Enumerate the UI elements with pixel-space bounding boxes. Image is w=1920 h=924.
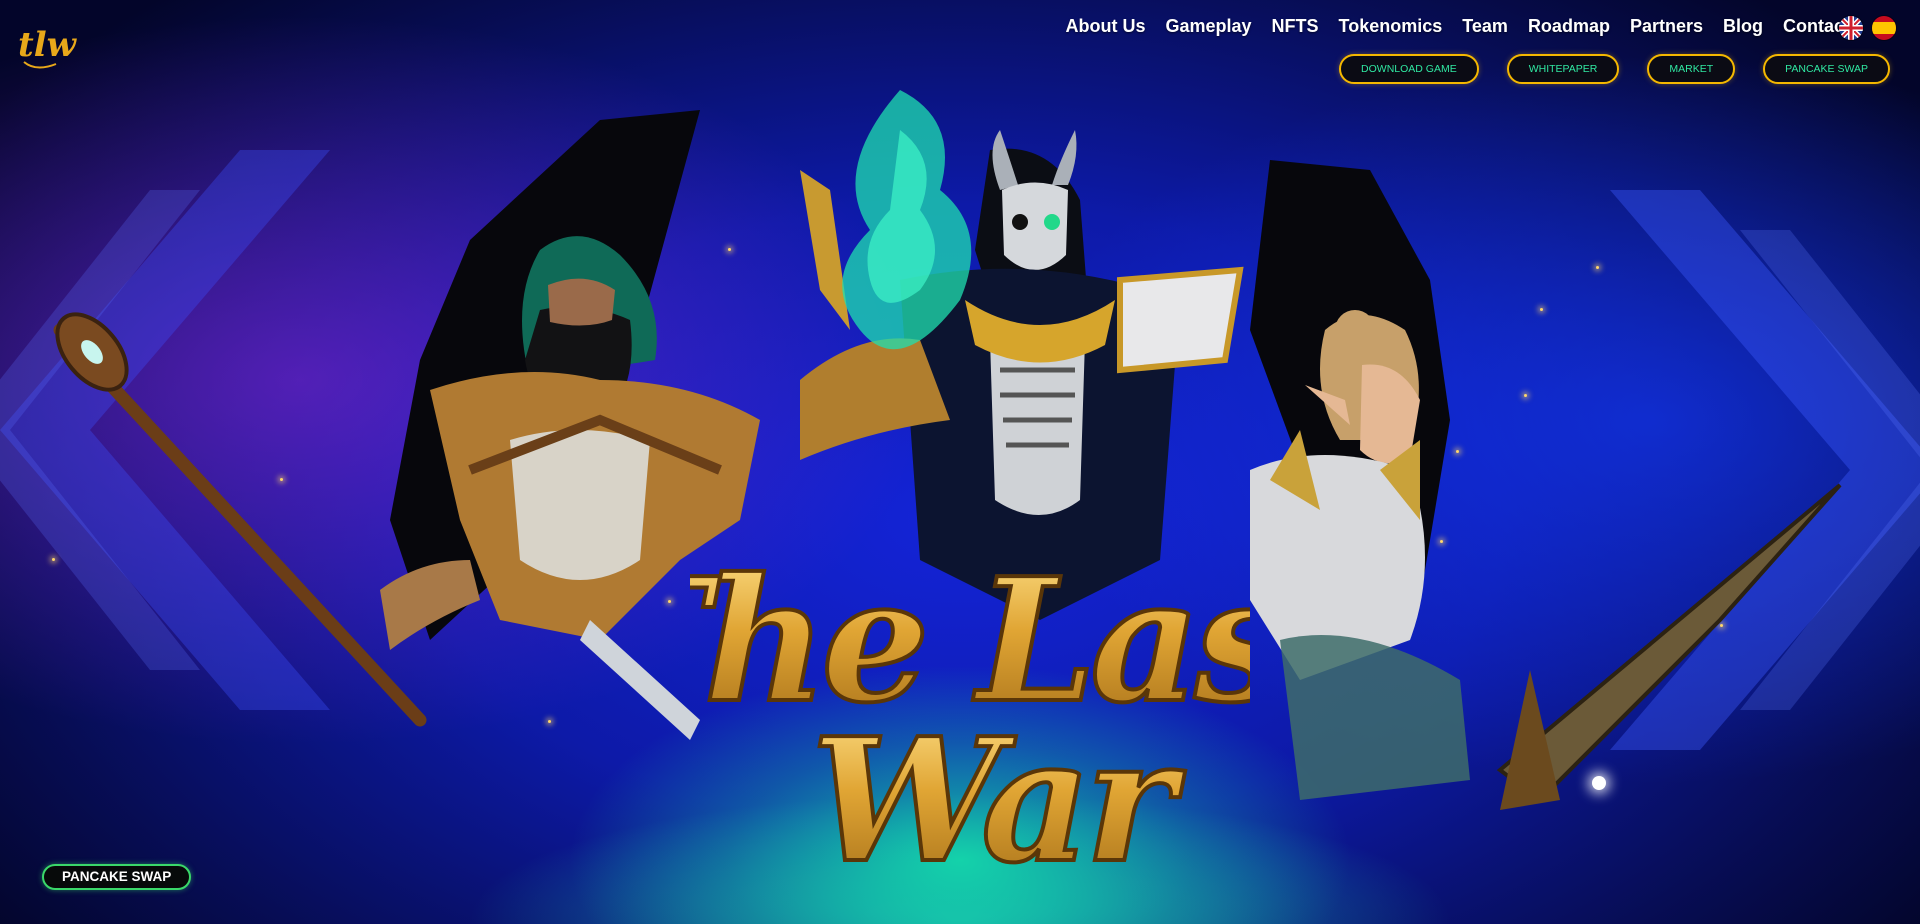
nav-link-partners[interactable]: Partners bbox=[1630, 16, 1703, 37]
title-line-2: War bbox=[811, 701, 1185, 890]
sword-left bbox=[580, 620, 700, 740]
pancake-swap-button[interactable]: PANCAKE SWAP bbox=[1763, 54, 1890, 84]
monk-face bbox=[548, 278, 615, 326]
action-buttons: DOWNLOAD GAME WHITEPAPER MARKET PANCAKE … bbox=[1339, 54, 1890, 84]
download-game-button[interactable]: DOWNLOAD GAME bbox=[1339, 54, 1479, 84]
nav-link-roadmap[interactable]: Roadmap bbox=[1528, 16, 1610, 37]
language-switcher bbox=[1839, 16, 1896, 40]
hero-background: The Last War bbox=[0, 0, 1920, 924]
nav-link-about-us[interactable]: About Us bbox=[1066, 16, 1146, 37]
nav-links: About Us Gameplay NFTS Tokenomics Team R… bbox=[1066, 16, 1851, 37]
market-button[interactable]: MARKET bbox=[1647, 54, 1736, 84]
top-navigation: About Us Gameplay NFTS Tokenomics Team R… bbox=[820, 0, 1920, 90]
site-logo[interactable]: tlw bbox=[16, 12, 78, 72]
title-logo: The Last War bbox=[690, 539, 1250, 890]
english-flag-icon[interactable] bbox=[1839, 16, 1863, 40]
whitepaper-button[interactable]: WHITEPAPER bbox=[1506, 54, 1620, 84]
nav-link-gameplay[interactable]: Gameplay bbox=[1166, 16, 1252, 37]
elf-legs bbox=[1280, 635, 1470, 800]
logo-text: tlw bbox=[18, 25, 78, 65]
skeleton-horn-right bbox=[1052, 130, 1077, 185]
nav-link-tokenomics[interactable]: Tokenomics bbox=[1339, 16, 1443, 37]
spanish-flag-icon[interactable] bbox=[1872, 16, 1896, 40]
left-claw bbox=[800, 170, 850, 330]
right-pauldron bbox=[1117, 266, 1244, 374]
nav-link-blog[interactable]: Blog bbox=[1723, 16, 1763, 37]
elf-blade bbox=[1496, 483, 1842, 803]
pancake-swap-floating-button[interactable]: PANCAKE SWAP bbox=[42, 864, 192, 890]
nav-link-team[interactable]: Team bbox=[1462, 16, 1508, 37]
nav-link-nfts[interactable]: NFTS bbox=[1272, 16, 1319, 37]
